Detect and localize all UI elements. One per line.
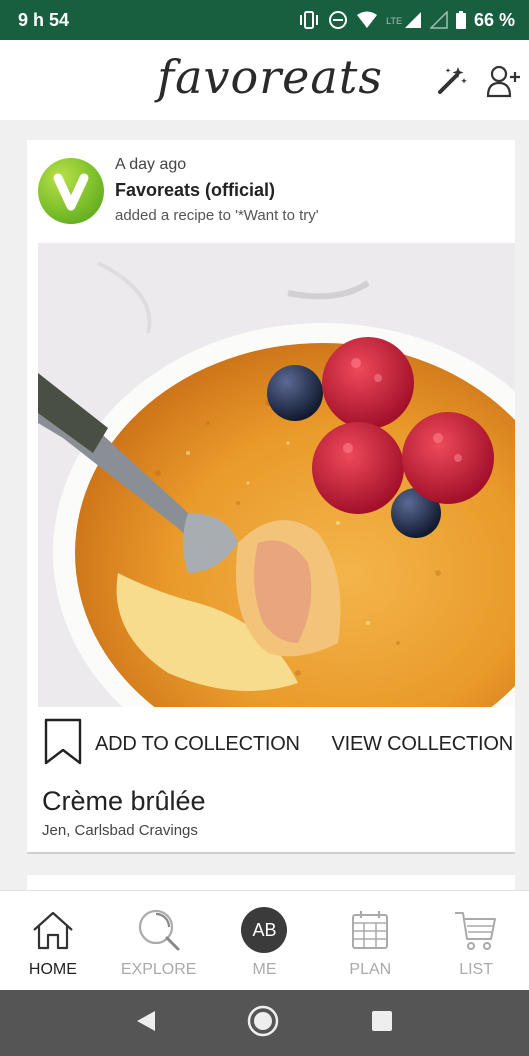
nav-explore-label: EXPLORE <box>120 961 197 978</box>
view-collection-label: VIEW COLLECTION <box>331 732 514 755</box>
recipe-source[interactable]: Jen, Carlsbad Cravings <box>42 822 198 839</box>
do-not-disturb-icon <box>328 10 348 30</box>
search-icon <box>137 905 181 955</box>
nav-plan[interactable]: PLAN <box>317 891 423 990</box>
nav-plan-label: PLAN <box>349 961 392 978</box>
wifi-icon <box>356 11 378 29</box>
view-collection-button[interactable]: VIEW COLLECTION <box>331 732 514 756</box>
recipe-title[interactable]: Crème brûlée <box>42 786 206 817</box>
me-avatar: AB <box>241 905 288 955</box>
nav-home[interactable]: HOME <box>0 891 106 990</box>
feed-card[interactable]: A day ago Favoreats (official) added a r… <box>27 140 515 854</box>
home-circle-icon[interactable] <box>246 1004 280 1043</box>
post-time: A day ago <box>115 156 187 173</box>
card-meta: A day ago Favoreats (official) added a r… <box>115 156 319 224</box>
me-initials: AB <box>241 907 288 953</box>
system-navigation-bar <box>0 990 529 1056</box>
shopping-cart-icon <box>453 905 499 955</box>
network-type: LTE <box>386 15 402 26</box>
signal-icon <box>404 11 422 29</box>
author-name[interactable]: Favoreats (official) <box>115 180 319 201</box>
add-friend-icon[interactable] <box>486 64 522 103</box>
magic-wand-icon[interactable] <box>436 64 468 101</box>
battery-icon <box>455 11 466 29</box>
nav-home-label: HOME <box>28 961 77 978</box>
bottom-navigation: HOME EXPLORE AB ME PLAN LIST <box>0 890 529 990</box>
calendar-icon <box>350 905 390 955</box>
app-header: favoreats <box>0 40 529 120</box>
home-icon <box>31 905 75 955</box>
nav-list[interactable]: LIST <box>423 891 529 990</box>
status-icons: LTE 66 % <box>298 10 515 31</box>
author-avatar[interactable] <box>38 158 104 224</box>
signal-secondary-icon <box>429 11 448 29</box>
vibrate-icon <box>298 11 320 29</box>
activity-feed[interactable]: A day ago Favoreats (official) added a r… <box>0 120 529 890</box>
nav-explore[interactable]: EXPLORE <box>106 891 212 990</box>
bookmark-icon <box>43 718 83 771</box>
activity-description: added a recipe to '*Want to try' <box>115 207 319 224</box>
recipe-photo[interactable] <box>38 243 515 707</box>
nav-me[interactable]: AB ME <box>212 891 318 990</box>
back-icon[interactable] <box>135 1009 157 1038</box>
battery-percent: 66 % <box>473 9 515 30</box>
card-actions: ADD TO COLLECTION VIEW COLLECTION <box>43 718 513 770</box>
nav-me-label: ME <box>252 961 277 978</box>
recents-icon[interactable] <box>370 1009 394 1038</box>
status-bar: 9 h 54 LTE 66 % <box>0 0 529 40</box>
add-to-collection-label: ADD TO COLLECTION <box>95 732 300 755</box>
add-to-collection-button[interactable]: ADD TO COLLECTION <box>43 718 300 771</box>
nav-list-label: LIST <box>459 961 493 978</box>
next-feed-card[interactable] <box>27 875 515 890</box>
v-logo-icon <box>53 173 89 211</box>
status-time: 9 h 54 <box>18 9 70 30</box>
